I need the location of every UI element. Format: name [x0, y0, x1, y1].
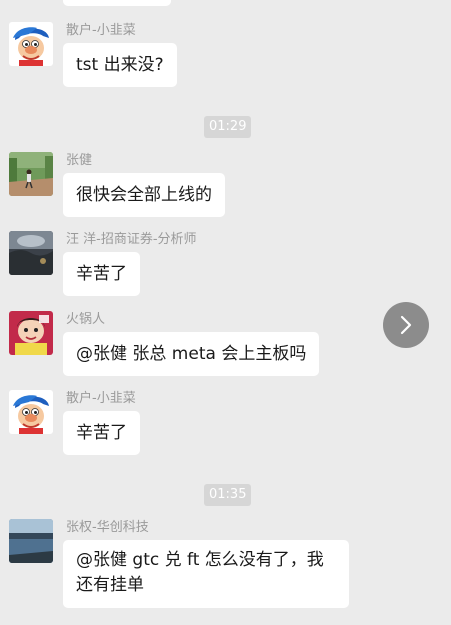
- sender-name: 张权-华创科技: [66, 520, 149, 535]
- landscape-photo-avatar[interactable]: [9, 231, 53, 275]
- chevron-right-icon: [400, 315, 412, 335]
- timestamp: 01:29: [204, 116, 252, 138]
- message-bubble[interactable]: tst 出来没?: [63, 43, 177, 87]
- previous-message-bubble[interactable]: [63, 0, 171, 6]
- timestamp: 01:35: [204, 484, 252, 506]
- message-bubble[interactable]: @张健 张总 meta 会上主板吗: [63, 332, 320, 376]
- cartoon-boy-avatar[interactable]: [9, 22, 53, 66]
- message-bubble[interactable]: 辛苦了: [63, 411, 140, 455]
- scroll-forward-button[interactable]: [383, 302, 429, 348]
- message-bubble[interactable]: 辛苦了: [63, 252, 140, 296]
- sender-name: 散户-小韭菜: [66, 23, 136, 38]
- chat-window: 散户-小韭菜 tst 出来没? 01:29 张健 很快会全部上线的 汪 洋-招商…: [0, 0, 451, 625]
- lake-photo-avatar[interactable]: [9, 519, 53, 563]
- sender-name: 汪 洋-招商证券-分析师: [66, 232, 197, 247]
- runner-photo-avatar[interactable]: [9, 152, 53, 196]
- sender-name: 张健: [66, 153, 93, 168]
- cartoon-girl-avatar[interactable]: [9, 311, 53, 355]
- sender-name: 火锅人: [66, 312, 106, 327]
- message-bubble[interactable]: 很快会全部上线的: [63, 173, 225, 217]
- message-bubble[interactable]: @张健 gtc 兑 ft 怎么没有了，我还有挂单: [63, 540, 349, 608]
- cartoon-boy-avatar[interactable]: [9, 390, 53, 434]
- sender-name: 散户-小韭菜: [66, 391, 136, 406]
